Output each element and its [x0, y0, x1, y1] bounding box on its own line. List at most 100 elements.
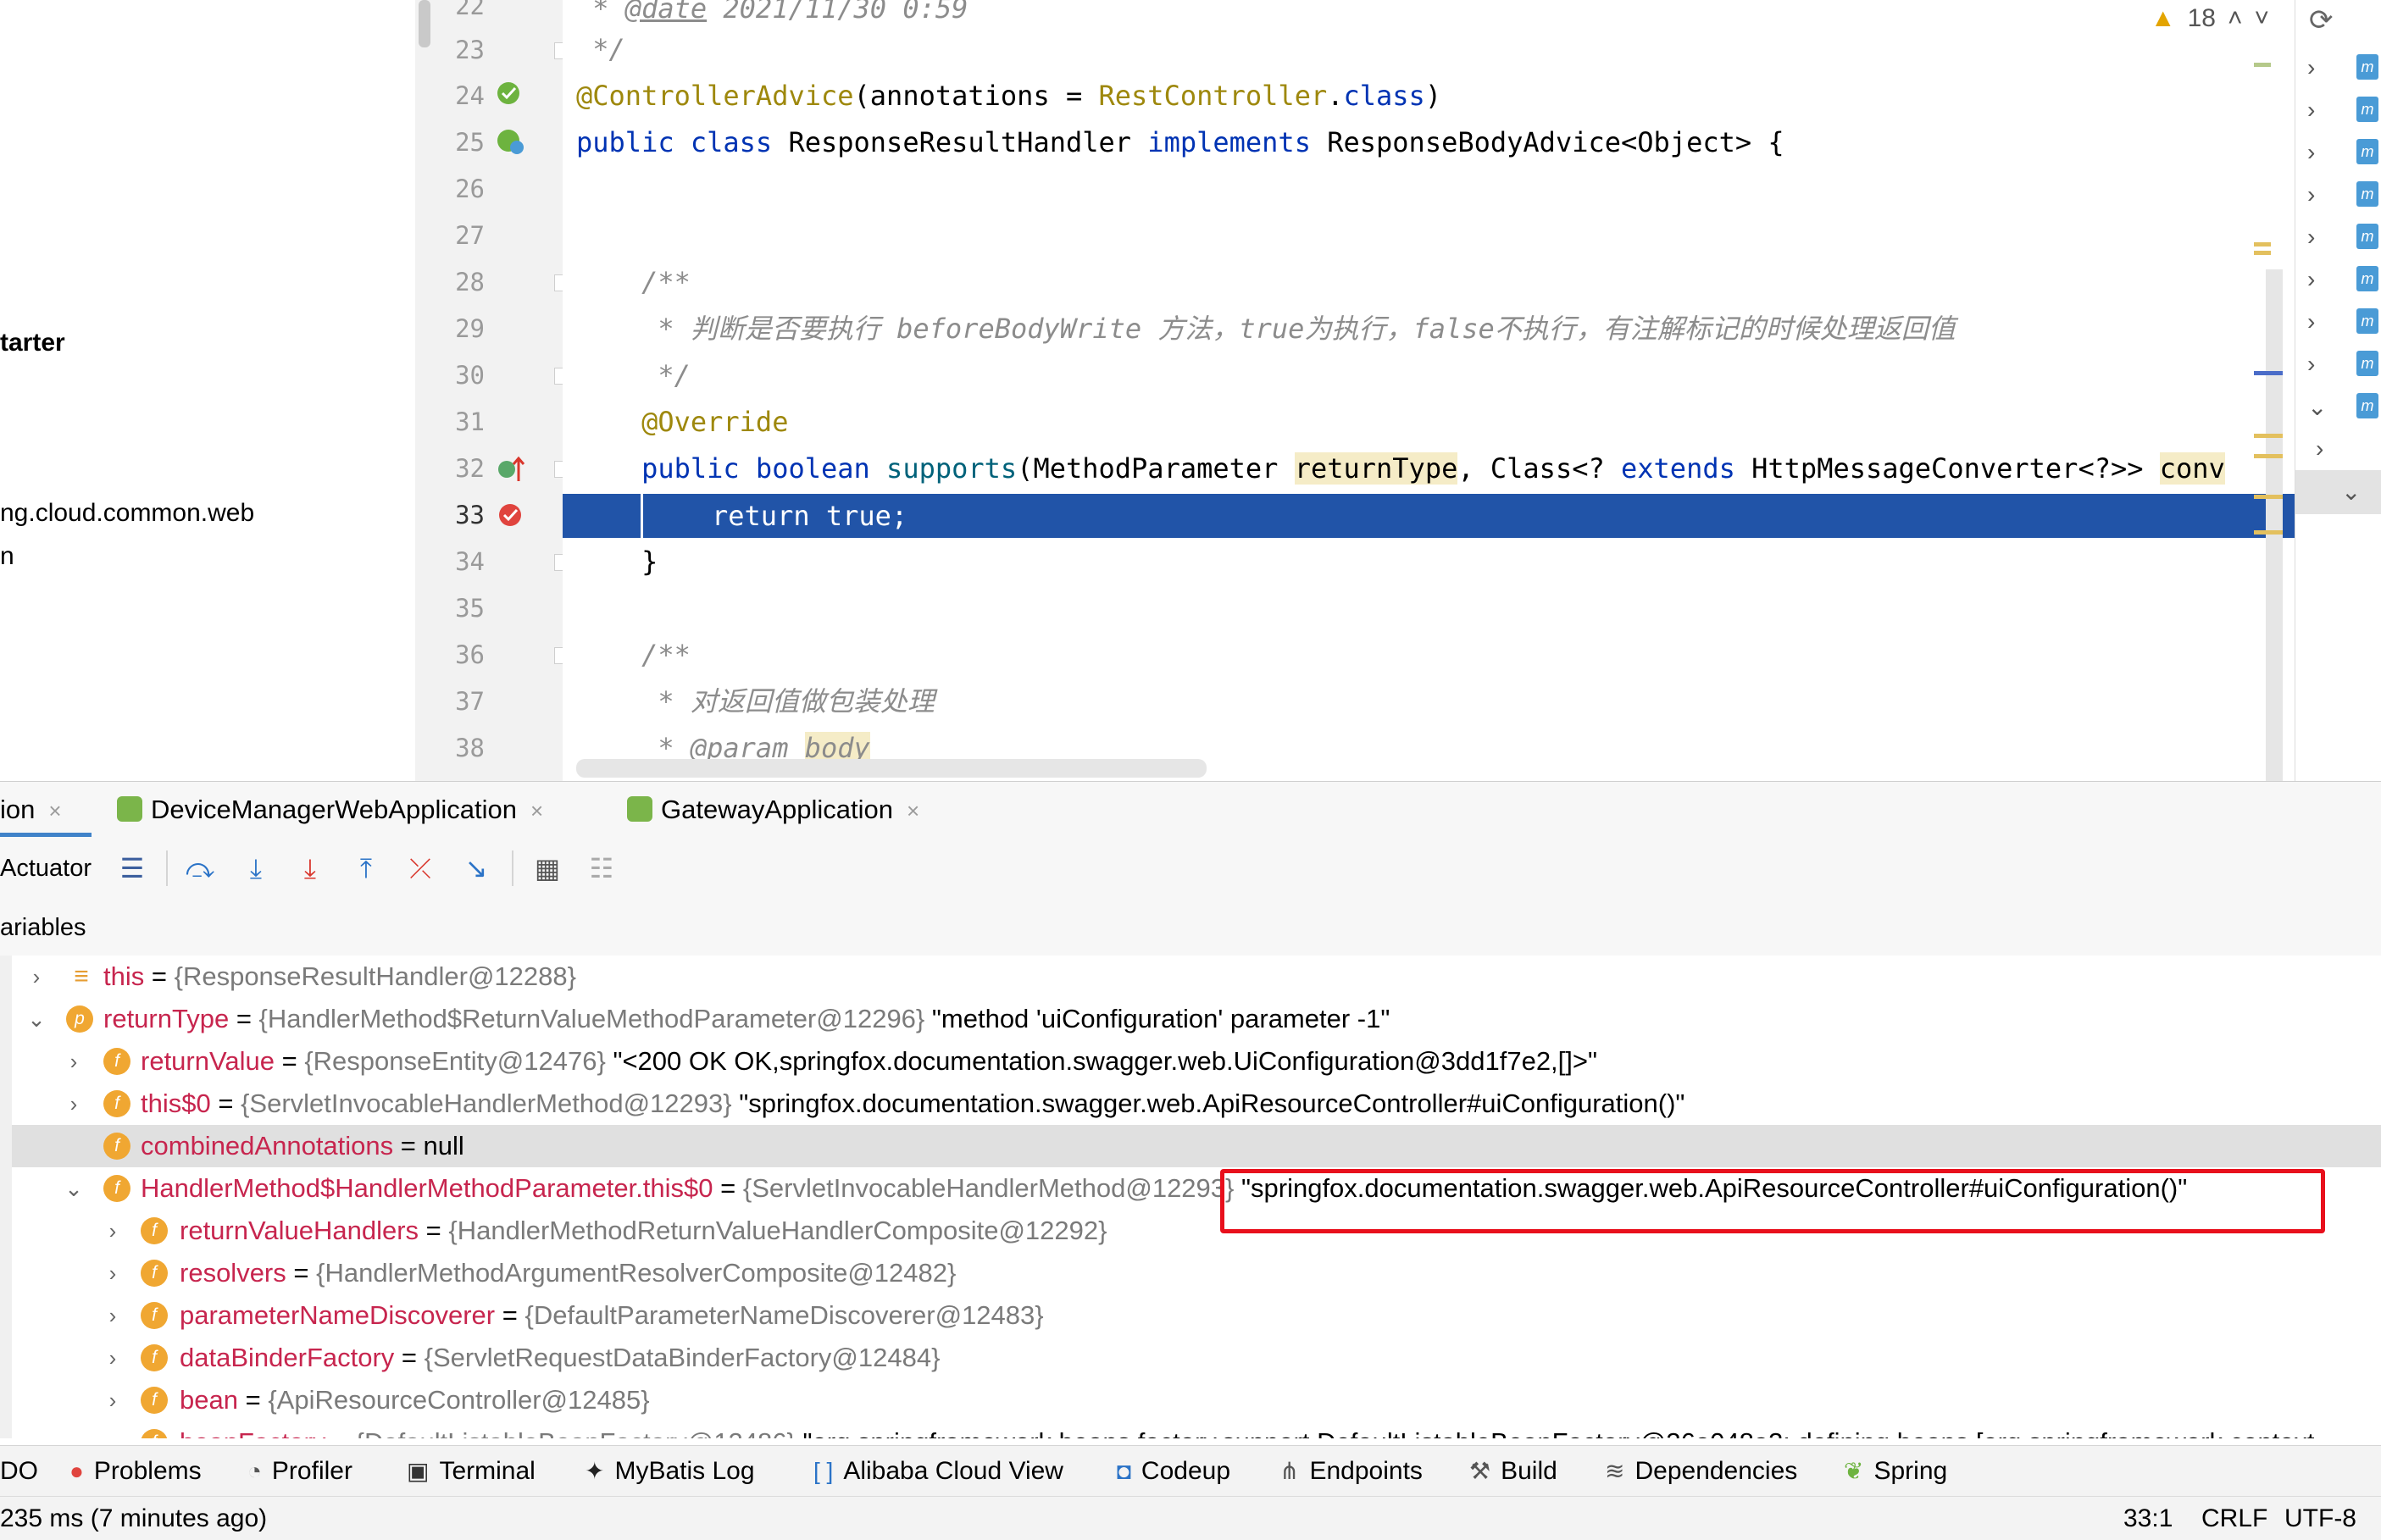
dependencies-icon: ≋ — [1605, 1458, 1625, 1484]
run-to-cursor-icon[interactable]: ↘ — [458, 849, 495, 888]
project-tree-item[interactable]: ng.cloud.common.web — [0, 499, 254, 528]
chevron-down-icon[interactable]: ⌄ — [61, 1167, 86, 1210]
show-frames-icon[interactable]: ☰ — [114, 849, 151, 888]
implementation-gutter-icon[interactable] — [495, 125, 529, 165]
tab-device-manager-web-application[interactable]: DeviceManagerWebApplication × — [117, 782, 543, 838]
spring-bean-gutter-icon[interactable] — [495, 78, 525, 114]
project-tree-item[interactable]: tarter — [0, 329, 65, 357]
chevron-right-icon[interactable]: › — [24, 956, 49, 998]
tool-window-alibaba-cloud-view[interactable]: [ ] Alibaba Cloud View — [813, 1446, 1063, 1497]
variable-row[interactable]: › f returnValue = {ResponseEntity@12476}… — [0, 1040, 2381, 1083]
file-encoding[interactable]: UTF-8 — [2284, 1497, 2356, 1540]
stripe-mark[interactable] — [2254, 495, 2283, 499]
tool-window-endpoints[interactable]: ⋔ Endpoints — [1279, 1446, 1423, 1497]
chevron-right-icon[interactable]: › — [100, 1379, 125, 1421]
chevron-right-icon[interactable]: › — [100, 1252, 125, 1294]
variable-row[interactable]: › f bean = {ApiResourceController@12485} — [0, 1379, 2381, 1421]
breakpoint-icon[interactable] — [495, 498, 529, 538]
chevron-right-icon[interactable]: › — [100, 1294, 125, 1337]
tool-window-terminal[interactable]: ▣ Terminal — [407, 1446, 536, 1497]
close-icon[interactable]: × — [907, 798, 919, 823]
code-line-36: /** — [576, 639, 691, 671]
tool-window-dependencies[interactable]: ≋ Dependencies — [1605, 1446, 1797, 1497]
evaluate-expression-icon[interactable]: ▦ — [529, 849, 566, 888]
line-number: 25 — [455, 128, 485, 157]
tab-gateway-application[interactable]: GatewayApplication × — [627, 782, 919, 838]
highlight-annotation-box — [1220, 1169, 2325, 1233]
tool-window-build[interactable]: ⚒ Build — [1469, 1446, 1557, 1497]
previous-highlight-button[interactable]: ˄ — [2228, 4, 2243, 33]
tool-window-mybatis-log[interactable]: ✦ MyBatis Log — [585, 1446, 755, 1497]
caret-position[interactable]: 33:1 — [2123, 1497, 2173, 1540]
chevron-right-icon[interactable]: › — [61, 1040, 86, 1083]
line-separator[interactable]: CRLF — [2201, 1497, 2267, 1540]
stripe-mark[interactable] — [2254, 371, 2283, 375]
variable-row[interactable]: › f resolvers = {HandlerMethodArgumentRe… — [0, 1252, 2381, 1294]
maven-tree-row[interactable]: › m — [2307, 181, 2378, 208]
step-out-icon[interactable]: ⤒ — [347, 849, 385, 888]
chevron-right-icon[interactable]: › — [100, 1210, 125, 1252]
drop-frame-icon[interactable]: ⤫ — [402, 849, 439, 888]
editor-horizontal-scrollbar[interactable] — [576, 759, 1207, 778]
force-step-into-icon[interactable]: ⤓ — [291, 849, 329, 888]
code-editor[interactable]: * @date 2021/11/30 0:59 */ @ControllerAd… — [563, 0, 2295, 781]
endpoints-icon: ⋔ — [1279, 1458, 1300, 1484]
stripe-mark[interactable] — [2254, 454, 2283, 458]
tool-window-codeup[interactable]: ◘ Codeup — [1117, 1446, 1230, 1497]
tab-session-1[interactable]: ion × — [0, 782, 62, 838]
tool-window-profiler[interactable]: ◔ Profiler — [247, 1446, 352, 1497]
close-icon[interactable]: × — [530, 798, 543, 823]
maven-tree-row[interactable]: › — [2316, 435, 2323, 463]
stripe-mark[interactable] — [2254, 530, 2283, 535]
variable-row-selected[interactable]: f combinedAnnotations = null — [0, 1125, 2381, 1167]
variable-row[interactable]: › f dataBinderFactory = {ServletRequestD… — [0, 1337, 2381, 1379]
editor-gutter: 22 23 24 25 26 27 28 29 30 31 32 33 34 3… — [434, 0, 568, 781]
line-number: 35 — [455, 594, 485, 623]
scrollbar-thumb[interactable] — [419, 0, 430, 47]
tool-window-problems[interactable]: ● Problems — [69, 1446, 202, 1497]
code-line-32: public boolean supports(MethodParameter … — [576, 452, 2225, 485]
chevron-down-icon[interactable]: ⌄ — [24, 998, 49, 1040]
variable-row[interactable]: › f this$0 = {ServletInvocableHandlerMet… — [0, 1083, 2381, 1125]
actuator-tab[interactable]: Actuator — [0, 837, 92, 900]
maven-tree-row[interactable]: › m — [2307, 54, 2378, 81]
debug-session-tabs: ion × DeviceManagerWebApplication × Gatewa… — [0, 781, 2381, 839]
stripe-mark[interactable] — [2254, 242, 2271, 247]
code-line-29: * 判断是否要执行 beforeBodyWrite 方法，true为执行，fal… — [576, 313, 1956, 345]
maven-tree-row[interactable]: ⌄ m — [2307, 393, 2378, 421]
variable-row[interactable]: › f parameterNameDiscoverer = {DefaultPa… — [0, 1294, 2381, 1337]
inspection-widget[interactable]: ▲ 18 ˄ ˅ — [2151, 0, 2269, 37]
maven-tree-row[interactable]: › m — [2307, 351, 2378, 378]
stripe-mark[interactable] — [2254, 63, 2271, 67]
line-number: 23 — [455, 36, 485, 64]
variable-row[interactable]: › ≡ this = {ResponseResultHandler@12288} — [0, 956, 2381, 998]
project-tree-scrollbar[interactable] — [415, 0, 434, 781]
tool-window-spring[interactable]: ❦ Spring — [1844, 1446, 1947, 1497]
maven-tree-row[interactable]: › m — [2307, 97, 2378, 124]
variable-row[interactable]: › f beanFactory = {DefaultListableBeanFa… — [0, 1421, 2381, 1438]
close-icon[interactable]: × — [48, 798, 61, 823]
override-gutter-icon[interactable] — [495, 452, 529, 492]
maven-tree-row[interactable]: ⌄ — [2341, 478, 2361, 506]
project-tree-item[interactable]: n — [0, 542, 14, 571]
maven-tree-row[interactable]: › m — [2307, 308, 2378, 335]
maven-tree-row[interactable]: › m — [2307, 224, 2378, 251]
chevron-right-icon[interactable]: › — [100, 1421, 125, 1438]
variable-row[interactable]: ⌄ p returnType = {HandlerMethod$ReturnVa… — [0, 998, 2381, 1040]
step-into-icon[interactable]: ⤓ — [237, 849, 275, 888]
step-over-icon[interactable]: ⤼ — [181, 849, 219, 888]
chevron-right-icon[interactable]: › — [100, 1337, 125, 1379]
line-number: 31 — [455, 407, 485, 436]
refresh-icon[interactable]: ⟳ — [2309, 3, 2334, 37]
stripe-mark[interactable] — [2254, 434, 2283, 438]
trace-current-stream-icon[interactable]: ☷ — [583, 849, 620, 888]
error-stripe[interactable] — [2254, 0, 2295, 781]
editor-vertical-scrollbar[interactable] — [2266, 269, 2283, 781]
tool-window-todo[interactable]: DO — [0, 1446, 38, 1497]
chevron-right-icon[interactable]: › — [61, 1083, 86, 1125]
status-message[interactable]: 235 ms (7 minutes ago) — [0, 1497, 267, 1540]
code-line-31: @Override — [576, 406, 789, 438]
stripe-mark[interactable] — [2254, 251, 2271, 255]
maven-tree-row[interactable]: › m — [2307, 139, 2378, 166]
maven-tree-row[interactable]: › m — [2307, 266, 2378, 293]
